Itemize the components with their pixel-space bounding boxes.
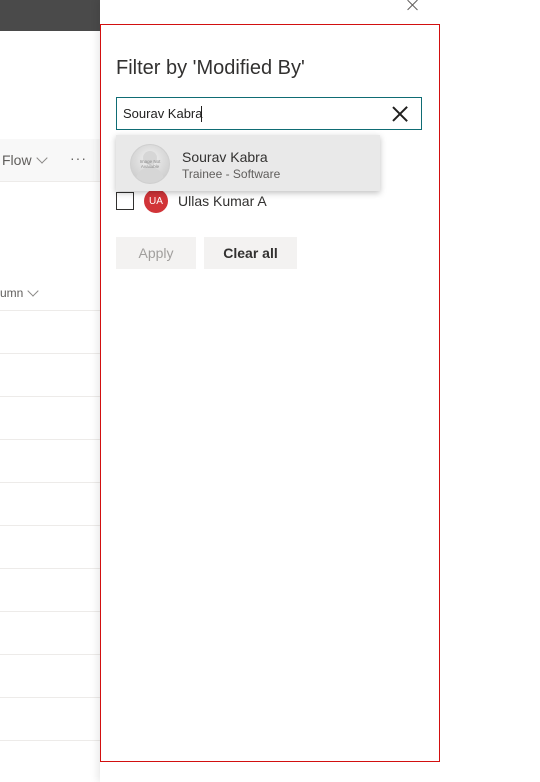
chevron-down-icon (27, 285, 40, 297)
person-checkbox[interactable] (116, 192, 134, 210)
panel-title: Filter by 'Modified By' (116, 57, 305, 79)
avatar: UA (144, 189, 168, 213)
suggestion-name: Sourav Kabra (182, 149, 268, 165)
people-suggestion-item[interactable]: Image Not Available Sourav Kabra Trainee… (116, 135, 380, 191)
people-search-box[interactable] (116, 97, 422, 130)
avatar: Image Not Available (130, 144, 170, 184)
list-row-divider (0, 525, 100, 526)
person-name: Ullas Kumar A (178, 193, 267, 209)
avatar-placeholder-text: Image Not Available (139, 159, 161, 169)
clear-all-button[interactable]: Clear all (204, 237, 297, 269)
list-row-divider (0, 396, 100, 397)
list-row-divider (0, 568, 100, 569)
people-search-input[interactable] (123, 98, 383, 129)
apply-button[interactable]: Apply (116, 237, 196, 269)
person-filter-item[interactable]: UA Ullas Kumar A (116, 189, 267, 213)
avatar-shoulders-shape (136, 167, 164, 183)
text-cursor (201, 106, 202, 122)
clear-search-icon[interactable] (391, 105, 409, 123)
close-icon[interactable] (405, 0, 421, 14)
list-row-divider (0, 482, 100, 483)
list-row-divider (0, 439, 100, 440)
background-list-page: Flow ··· umn (0, 0, 100, 782)
flow-menu[interactable]: Flow (2, 152, 48, 168)
list-row-divider (0, 611, 100, 612)
flow-label: Flow (2, 152, 32, 168)
list-row-divider (0, 740, 100, 741)
column-header-label: umn (0, 286, 24, 300)
column-header[interactable]: umn (0, 285, 40, 300)
more-options-button[interactable]: ··· (70, 150, 87, 166)
list-row-divider (0, 697, 100, 698)
suite-header-bar (0, 0, 100, 31)
list-row-divider (0, 353, 100, 354)
list-row-divider (0, 310, 100, 311)
chevron-down-icon (35, 152, 48, 164)
suggestion-job-title: Trainee - Software (182, 167, 281, 181)
list-row-divider (0, 654, 100, 655)
